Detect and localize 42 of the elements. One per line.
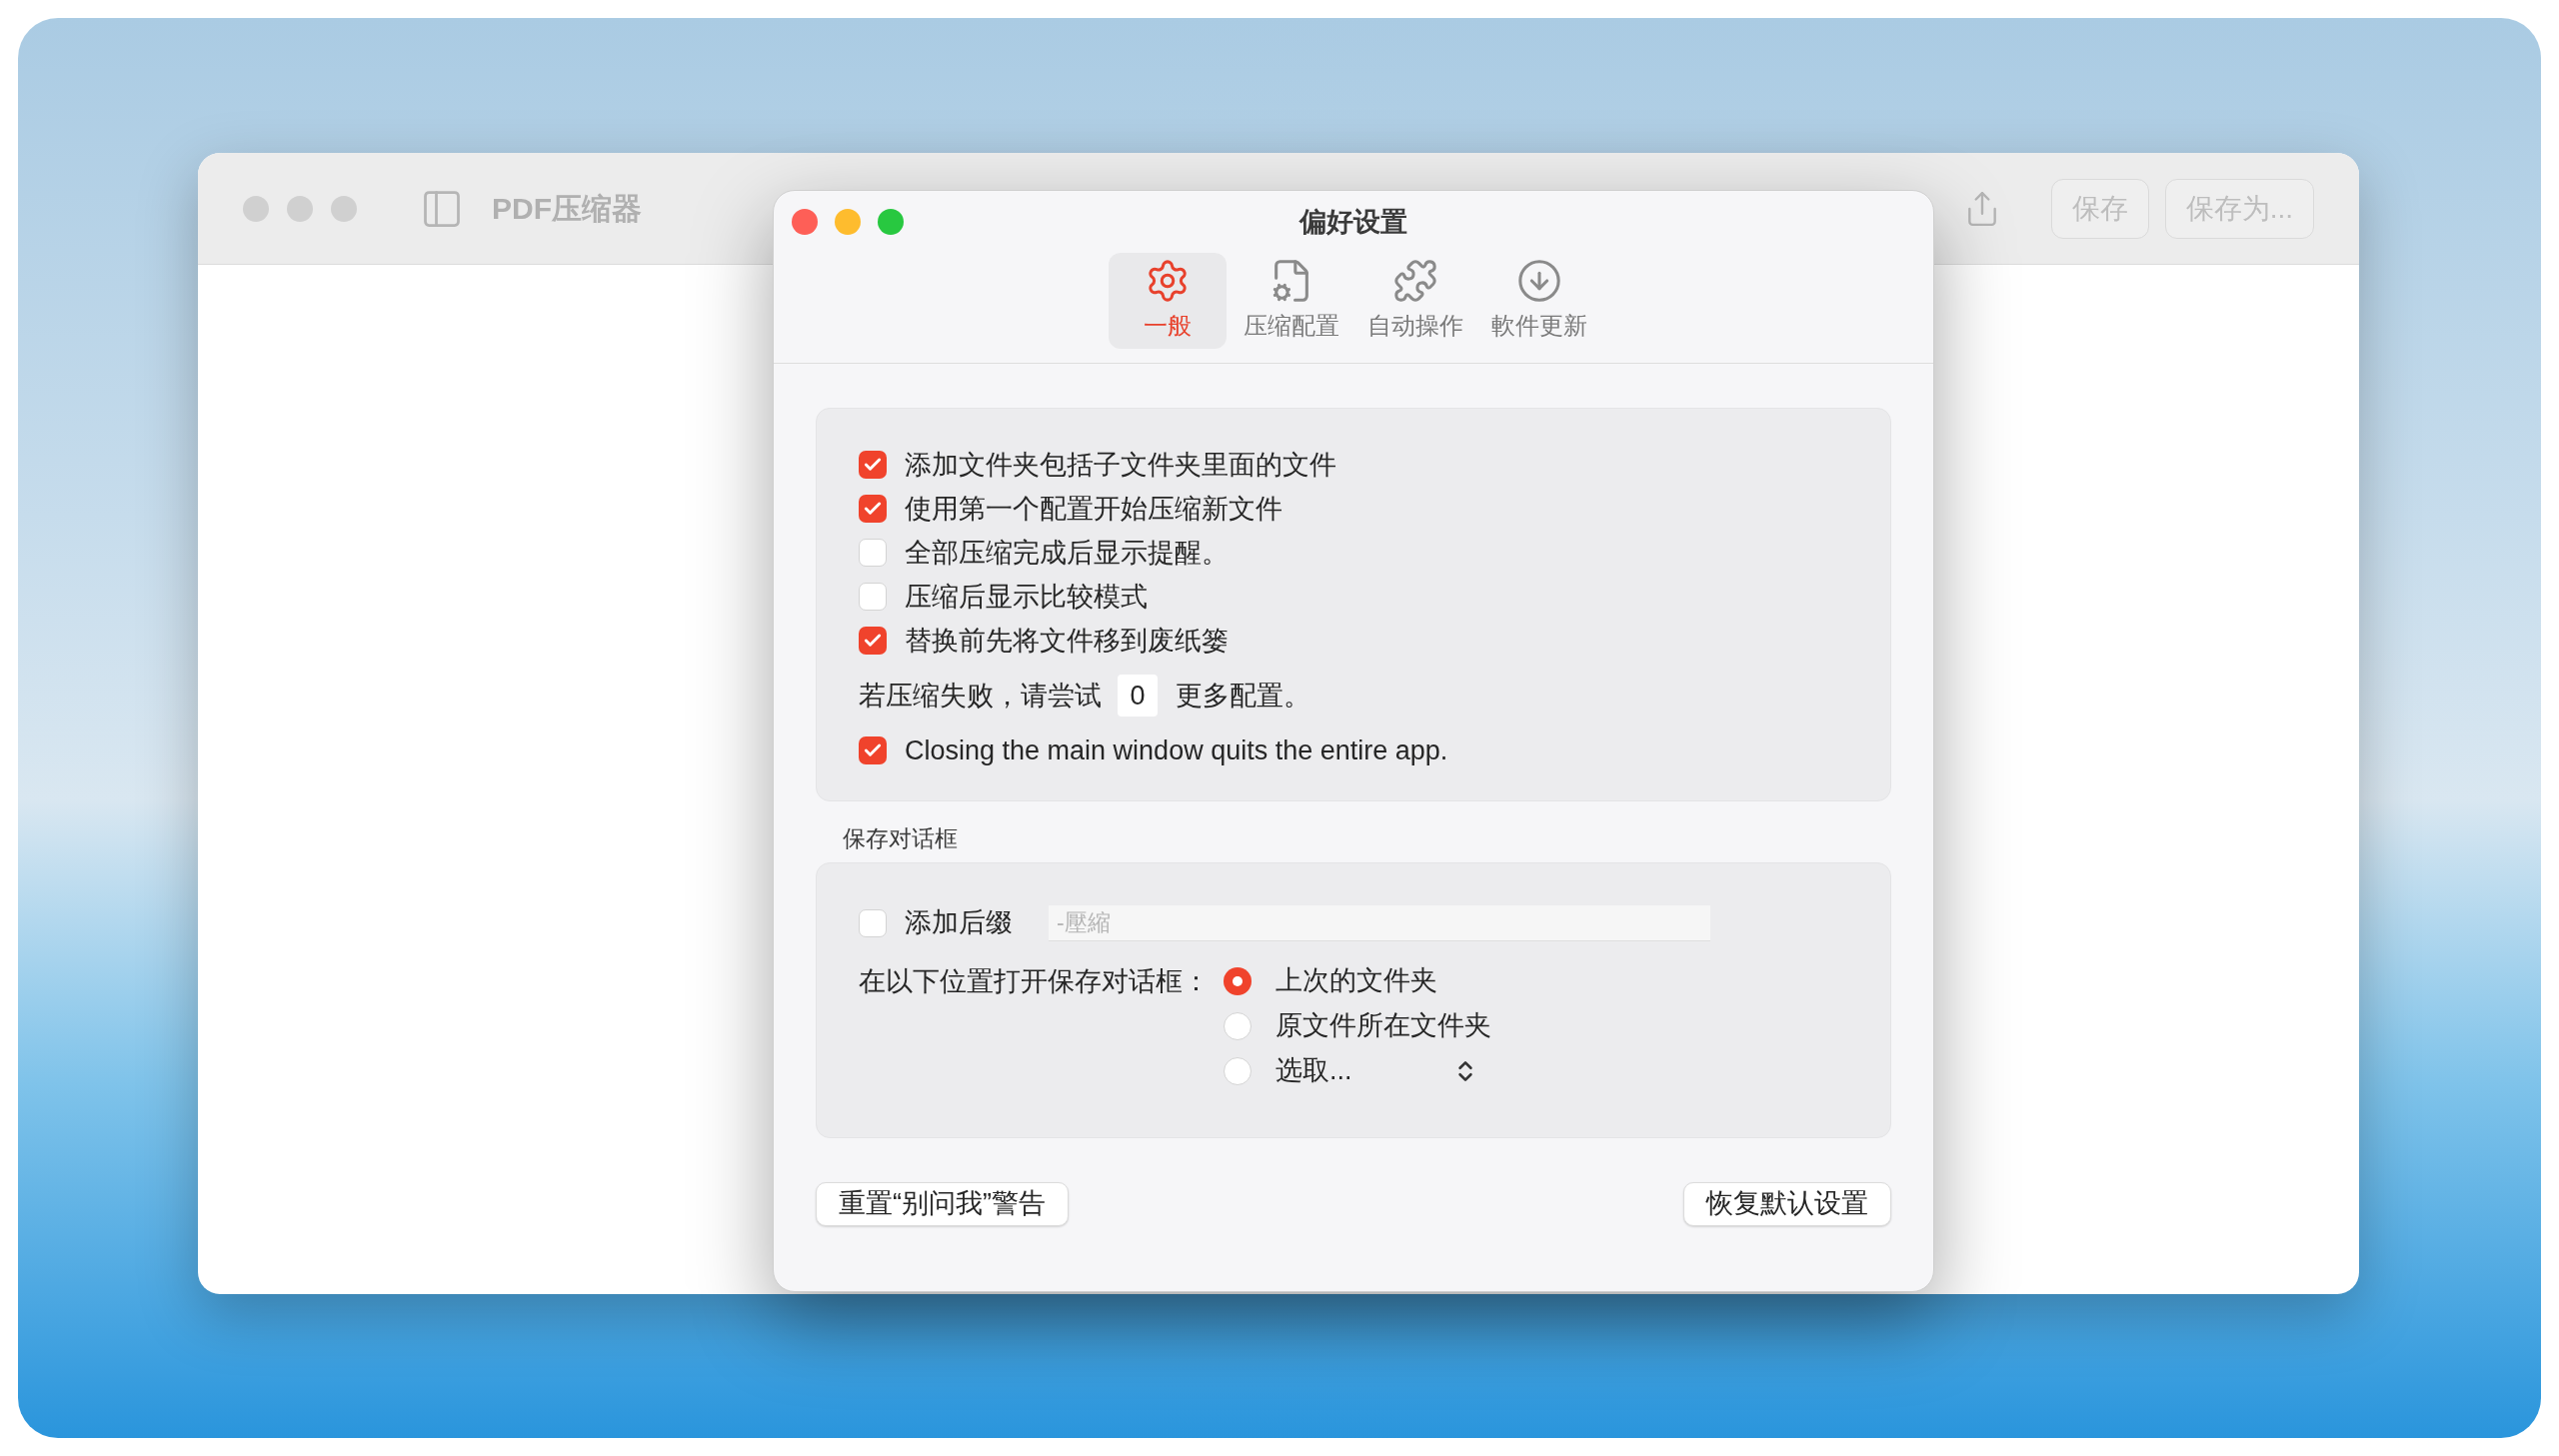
dialog-title: 偏好设置 (1299, 205, 1407, 239)
zoom-window-button[interactable] (331, 195, 357, 222)
checkbox[interactable] (859, 583, 887, 611)
preferences-tab[interactable]: 一般 (1109, 253, 1227, 349)
number-field[interactable]: 0 (1118, 675, 1158, 717)
option-label: 更多配置。 (1176, 679, 1310, 713)
radio-button[interactable] (1224, 1011, 1252, 1040)
option-label: 使用第一个配置开始压缩新文件 (905, 492, 1282, 526)
window-title: PDF压缩器 (492, 191, 642, 227)
checkbox[interactable] (859, 627, 887, 655)
option-label: 若压缩失败，请尝试 (859, 679, 1102, 713)
radio-button[interactable] (1224, 966, 1252, 995)
minimize-window-button[interactable] (835, 209, 861, 235)
dialog-button[interactable]: 重置“别问我”警告 (816, 1181, 1069, 1226)
location-label: 在以下位置打开保存对话框： (859, 964, 1210, 998)
close-window-button[interactable] (792, 209, 818, 235)
checkbox[interactable] (859, 539, 887, 567)
suffix-field[interactable]: -壓縮 (1049, 904, 1710, 941)
radio-button[interactable] (1224, 1056, 1252, 1085)
radio-label: 上次的文件夹 (1276, 964, 1437, 998)
section-heading: 保存对话框 (843, 824, 959, 853)
radio-label: 原文件所在文件夹 (1276, 1009, 1491, 1043)
minimize-window-button[interactable] (287, 195, 313, 222)
option-label: 替换前先将文件移到废纸篓 (905, 624, 1229, 658)
checkbox[interactable] (859, 908, 887, 937)
option-label: 压缩后显示比较模式 (905, 580, 1148, 614)
option-label: Closing the main window quits the entire app. (905, 733, 1448, 767)
option-label: 添加文件夹包括子文件夹里面的文件 (905, 448, 1336, 482)
preferences-tab[interactable]: 压缩配置 (1233, 253, 1350, 349)
preferences-tab[interactable]: 自动操作 (1356, 253, 1474, 349)
preferences-tab[interactable]: 軟件更新 (1480, 253, 1598, 349)
option-label: 添加后缀 (905, 906, 1013, 940)
puzzle-icon (1392, 258, 1438, 304)
download-icon (1516, 258, 1562, 304)
checkbox[interactable] (859, 736, 887, 764)
radio-label: 选取... (1276, 1054, 1352, 1088)
checkbox[interactable] (859, 451, 887, 479)
option-label: 全部压缩完成后显示提醒。 (905, 536, 1229, 570)
dialog-button[interactable]: 恢复默认设置 (1683, 1181, 1891, 1226)
zoom-window-button[interactable] (878, 209, 904, 235)
checkbox[interactable] (859, 495, 887, 523)
close-window-button[interactable] (243, 195, 269, 222)
